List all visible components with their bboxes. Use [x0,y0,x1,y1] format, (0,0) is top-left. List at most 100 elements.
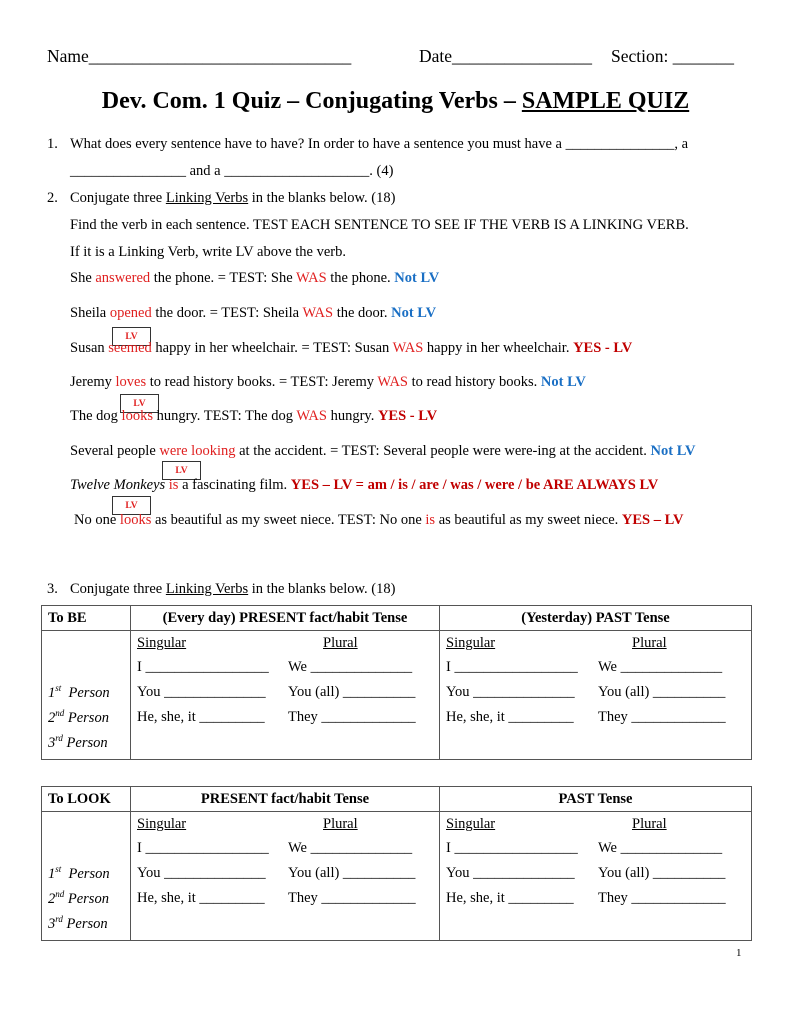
section-field[interactable]: Section: _______ [611,46,734,67]
q2-instruction-2: If it is a Linking Verb, write LV above … [70,244,346,260]
title-sample-quiz: SAMPLE QUIZ [521,88,690,114]
blank-plural-3[interactable]: They _____________ [288,890,416,907]
verb: opened [109,305,152,321]
result-label: Not LV [391,305,437,321]
q3-number: 3. [47,581,58,597]
title-text: Dev. Com. 1 Quiz – Conjugating Verbs – [101,88,522,114]
test-verb: is [425,512,436,528]
past-tense-cells: Singular Plural I _________________ You … [440,631,751,759]
sentence-6: Several people were looking at the accid… [70,443,696,459]
blank-singular-3[interactable]: He, she, it _________ [446,890,574,907]
q2-suffix: in the blanks below. (18) [248,190,396,206]
blank-plural-3[interactable]: They _____________ [598,709,726,726]
plural-header: Plural [323,816,358,832]
sentence-3: Susan seemed happy in her wheelchair. = … [70,340,633,356]
q2-linking-verbs: Linking Verbs [165,190,249,206]
present-tense-header: (Every day) PRESENT fact/habit Tense [130,605,440,631]
blank-plural-2[interactable]: You (all) __________ [288,684,415,701]
blank-plural-1[interactable]: We ______________ [598,659,722,676]
blank-singular-1[interactable]: I _________________ [446,840,578,857]
sentence-2: Sheila opened the door. = TEST: Sheila W… [70,305,437,321]
blank-plural-1[interactable]: We ______________ [288,840,412,857]
date-field[interactable]: Date________________ [419,46,592,67]
person-1: 1st Person [48,683,110,701]
blank-plural-1[interactable]: We ______________ [288,659,412,676]
blank-singular-3[interactable]: He, she, it _________ [137,709,265,726]
verb: answered [95,270,151,286]
plural-header: Plural [632,816,667,832]
verb: loves [115,374,147,390]
singular-header: Singular [137,816,187,832]
blank-singular-1[interactable]: I _________________ [137,659,269,676]
q2-prompt: Conjugate three Linking Verbs in the bla… [70,190,395,207]
q3-prompt: Conjugate three Linking Verbs in the bla… [70,581,395,598]
blank-plural-2[interactable]: You (all) __________ [598,865,725,882]
page-title: Dev. Com. 1 Quiz – Conjugating Verbs – S… [0,88,791,115]
test-verb: WAS [296,270,327,286]
singular-header: Singular [446,635,496,651]
result-label: Not LV [650,443,696,459]
q2-instruction-1: Find the verb in each sentence. TEST EAC… [70,217,689,233]
q3-linking-verbs: Linking Verbs [165,581,249,597]
verb: looks [121,408,153,424]
verb: is [168,477,179,493]
blank-singular-2[interactable]: You ______________ [137,684,266,701]
person-labels: 1st Person 2nd Person 3rd Person [42,631,130,759]
person-3: 3rd Person [48,733,108,751]
sentence-7: Twelve Monkeys is a fascinating film. YE… [70,477,659,493]
result-label: YES - LV [573,340,633,356]
sentence-1: She answered the phone. = TEST: She WAS … [70,270,440,286]
present-tense-cells: Singular Plural I _________________ You … [131,631,439,759]
sentence-5: The dog looks hungry. TEST: The dog WAS … [70,408,438,424]
singular-header: Singular [137,635,187,651]
blank-plural-3[interactable]: They _____________ [288,709,416,726]
past-tense-cells: Singular Plural I _________________ You … [440,812,751,940]
result-label: YES - LV [377,408,438,424]
result-label: YES – LV = am / is / are / was / were / … [290,477,659,493]
blank-singular-2[interactable]: You ______________ [446,865,575,882]
conjugation-table-look: To LOOK PRESENT fact/habit Tense PAST Te… [41,786,752,941]
person-3: 3rd Person [48,914,108,932]
q1-line1: What does every sentence have to have? I… [70,136,689,152]
q2-number: 2. [47,190,58,206]
test-verb: WAS [377,374,408,390]
verb-header: To LOOK [41,786,131,812]
sentence-4: Jeremy loves to read history books. = TE… [70,374,586,390]
test-verb: WAS [392,340,424,356]
blank-singular-1[interactable]: I _________________ [446,659,578,676]
q2-prefix: Conjugate three [70,190,166,206]
test-verb: WAS [296,408,327,424]
present-tense-header: PRESENT fact/habit Tense [130,786,440,812]
plural-header: Plural [323,635,358,651]
blank-singular-2[interactable]: You ______________ [446,684,575,701]
result-label: Not LV [394,270,440,286]
blank-singular-2[interactable]: You ______________ [137,865,266,882]
q3-suffix: in the blanks below. (18) [248,581,396,597]
past-tense-header: PAST Tense [439,786,752,812]
blank-singular-3[interactable]: He, she, it _________ [137,890,265,907]
blank-plural-2[interactable]: You (all) __________ [288,865,415,882]
page-number: 1 [736,947,742,959]
present-tense-cells: Singular Plural I _________________ You … [131,812,439,940]
person-1: 1st Person [48,864,110,882]
film-title: Twelve Monkeys [70,477,166,493]
conjugation-table-be: To BE (Every day) PRESENT fact/habit Ten… [41,605,752,760]
person-labels: 1st Person 2nd Person 3rd Person [42,812,130,940]
verb: seemed [108,340,152,356]
name-field[interactable]: Name______________________________ [47,46,351,67]
blank-plural-3[interactable]: They _____________ [598,890,726,907]
result-label: YES – LV [621,512,684,528]
person-2: 2nd Person [48,708,109,726]
blank-plural-2[interactable]: You (all) __________ [598,684,725,701]
test-verb: WAS [302,305,334,321]
blank-singular-1[interactable]: I _________________ [137,840,269,857]
verb: were looking [159,443,236,459]
sentence-8: No one looks as beautiful as my sweet ni… [74,512,684,528]
person-2: 2nd Person [48,889,109,907]
blank-plural-1[interactable]: We ______________ [598,840,722,857]
q3-prefix: Conjugate three [70,581,166,597]
q1-line2: ________________ and a _________________… [70,163,394,179]
blank-singular-3[interactable]: He, she, it _________ [446,709,574,726]
result-label: Not LV [540,374,586,390]
q1-number: 1. [47,136,58,152]
